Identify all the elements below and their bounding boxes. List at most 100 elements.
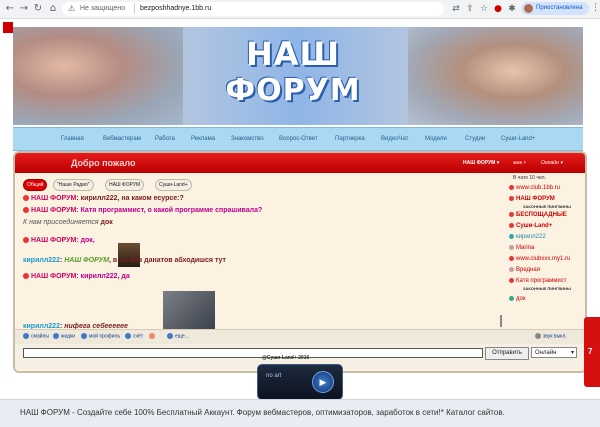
chat-welcome-title: Добро пожало (71, 158, 136, 168)
message-text: кирилл222, на каком есурсе:? (80, 195, 184, 202)
message-author[interactable]: НАШ ФОРУМ (31, 195, 76, 202)
account-button[interactable]: счёт (125, 333, 143, 339)
play-icon: ▶ (319, 377, 327, 387)
security-label[interactable]: Не защищено (80, 5, 125, 12)
chat-status-dropdown[interactable]: Онлайн ▾ (541, 160, 563, 166)
smileys-button[interactable]: смайлы (23, 333, 49, 339)
message-author[interactable]: НАШ ФОРУМ (31, 207, 76, 214)
message-mention[interactable]: НАШ ФОРУМ (64, 257, 109, 264)
user-item[interactable]: Marina (509, 245, 534, 251)
menu-item-home[interactable]: Главная (61, 136, 84, 142)
jidki-button[interactable]: жидки (53, 333, 75, 339)
joined-user[interactable]: док (101, 219, 113, 226)
user-icon (509, 234, 514, 239)
address-bar[interactable]: ⚠ Не защищено bezposhhadnye.1bb.ru (62, 2, 444, 16)
user-tag: ЗАКОННЫЕ ПИНГВИНЫ (523, 204, 571, 209)
chat-scrollbar[interactable] (500, 315, 502, 327)
menu-item-work[interactable]: Работа (155, 136, 175, 142)
side-tab-label: 7 (588, 347, 593, 356)
home-icon[interactable]: ⌂ (47, 3, 59, 15)
banner-photo-left (13, 27, 183, 125)
tab-general[interactable]: Общий (23, 179, 48, 191)
message-author[interactable]: кирилл222 (23, 257, 60, 264)
menu-item-studios[interactable]: Студии (465, 136, 485, 142)
status-select[interactable]: Онлайн ▾ (531, 347, 577, 358)
message-author[interactable]: НАШ ФОРУМ (31, 237, 76, 244)
smiley-icon (23, 333, 29, 339)
apple-icon (23, 195, 29, 202)
options-button[interactable] (149, 333, 157, 339)
forward-icon[interactable]: → (18, 3, 30, 15)
chat-message: НАШ ФОРУМ: Катя программист, о какой про… (23, 207, 262, 214)
user-item[interactable]: НАШ ФОРУМ (509, 196, 555, 202)
page: НАШ ФОРУМ Главная Вебмастерам Работа Рек… (0, 19, 600, 427)
logo-line-1: НАШ (245, 35, 341, 73)
header-banner: НАШ ФОРУМ (13, 27, 583, 125)
reload-icon[interactable]: ↻ (32, 3, 44, 15)
user-item[interactable]: кирилл222 (509, 234, 546, 240)
apple-icon (509, 185, 514, 190)
chat-room-dropdown[interactable]: НАШ ФОРУМ ▾ (463, 160, 499, 166)
menu-item-dating[interactable]: Знакомство (231, 136, 264, 142)
translate-icon[interactable]: ⇄ (450, 3, 462, 15)
settings-icon (149, 333, 155, 339)
message-text: кирилл222, да (80, 273, 130, 280)
system-text: К нам присоединяется (23, 219, 99, 226)
more-button[interactable]: еще... (167, 333, 189, 339)
user-item[interactable]: Катя программист (509, 278, 567, 284)
apple-icon (509, 196, 514, 201)
menu-item-webmasters[interactable]: Вебмастерам (103, 136, 141, 142)
menu-item-ads[interactable]: Реклама (191, 136, 215, 142)
user-item[interactable]: www.clubxxx.my1.ru (509, 256, 570, 262)
more-icon (167, 333, 173, 339)
chat-message: НАШ ФОРУМ: кирилл222, на каком есурсе:? (23, 195, 184, 202)
share-icon[interactable]: ⇪ (464, 3, 476, 15)
user-item[interactable]: док (509, 296, 525, 302)
extension-icon[interactable]: ● (492, 3, 504, 15)
menu-kebab-icon[interactable]: ⋮ (591, 3, 600, 13)
tab-radio[interactable]: "Наше Радио" (53, 179, 94, 191)
profile-button[interactable]: Приостановлена (521, 2, 589, 15)
user-tag: ЗАКОННЫЕ ПИНГВИНЫ (523, 286, 571, 291)
chat-system-message: К нам присоединяется док (23, 219, 113, 226)
apple-icon (509, 223, 514, 228)
tab-nash-forum[interactable]: НАШ ФОРУМ (105, 179, 145, 191)
back-icon[interactable]: ← (4, 3, 16, 15)
banner-photo-right (408, 27, 583, 125)
profile-icon (81, 333, 87, 339)
user-item[interactable]: БЕСПОЩАДНЫЕ (509, 212, 567, 218)
sound-toggle[interactable]: звук выкл. (535, 333, 567, 339)
menu-item-videochat[interactable]: ВидеоЧат (381, 136, 408, 142)
message-input[interactable] (23, 348, 483, 358)
tab-sushi-land[interactable]: Суши-Land+ (155, 179, 192, 191)
user-item[interactable]: www.club.1bb.ru (509, 185, 560, 191)
chat-color-dropdown[interactable]: ■■■ ▾ (513, 160, 526, 166)
user-item[interactable]: Суши-Land+ (509, 223, 552, 229)
side-tab[interactable]: 7 (584, 317, 600, 387)
menu-item-sushi-land[interactable]: Суши-Land+ (501, 136, 535, 142)
message-author[interactable]: НАШ ФОРУМ (31, 273, 76, 280)
message-image[interactable] (163, 291, 215, 331)
user-item[interactable]: Вредная (509, 267, 540, 273)
extensions-puzzle-icon[interactable]: ✱ (506, 3, 518, 15)
chat-message: кирилл222: НАШ ФОРУМ, в ты без данатов а… (23, 257, 226, 264)
play-button[interactable]: ▶ (312, 371, 334, 393)
chat-widget: Добро пожало НАШ ФОРУМ ▾ ■■■ ▾ Онлайн ▾ … (13, 151, 587, 373)
url-text[interactable]: bezposhhadnye.1bb.ru (140, 5, 211, 12)
chat-toolbar: смайлы жидки мой профиль счёт еще... зву… (15, 329, 585, 344)
menu-item-qa[interactable]: Вопрос-Ответ (279, 136, 318, 142)
my-profile-button[interactable]: мой профиль (81, 333, 120, 339)
bookmark-star-icon[interactable]: ☆ (478, 3, 490, 15)
message-text: док, (80, 237, 95, 244)
send-button[interactable]: Отправить (485, 347, 529, 360)
apple-icon (509, 256, 514, 261)
message-text: Катя программист, о какой программе спра… (80, 207, 263, 214)
main-menu: Главная Вебмастерам Работа Реклама Знако… (13, 127, 583, 151)
menu-item-models[interactable]: Модели (425, 136, 447, 142)
radio-player: no art ▶ (257, 364, 343, 400)
footer-text: НАШ ФОРУМ - Создайте себе 100% Бесплатны… (20, 408, 505, 417)
menu-item-affiliate[interactable]: Партнерка (335, 136, 365, 142)
logo-line-2: ФОРУМ (225, 73, 361, 108)
chat-message: НАШ ФОРУМ: док, (23, 237, 95, 244)
apple-icon (23, 273, 29, 280)
